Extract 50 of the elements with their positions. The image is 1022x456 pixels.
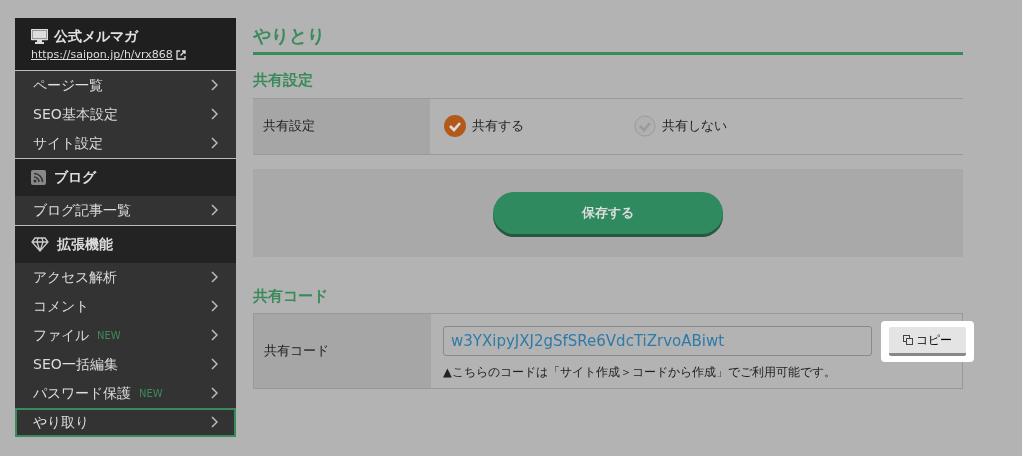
sidebar-item[interactable]: やり取り [15, 407, 236, 437]
new-label: NEW [139, 386, 163, 401]
chevron-right-icon [211, 79, 218, 91]
external-link-icon [176, 50, 187, 61]
field-label: 共有コード [254, 314, 431, 388]
sidebar-item-label: ブログ記事一覧 [33, 200, 131, 220]
sidebar-item-label: アクセス解析 [33, 267, 117, 287]
sidebar-item[interactable]: SEO基本設定 [15, 99, 236, 129]
sidebar-item[interactable]: アクセス解析 [15, 262, 236, 292]
sidebar-item[interactable]: パスワード保護 NEW [15, 378, 236, 408]
section-title: 拡張機能 [57, 234, 113, 254]
section-heading: 共有コード [253, 285, 329, 307]
rss-icon [31, 169, 46, 185]
section-heading: 共有設定 [253, 55, 963, 99]
chevron-right-icon [211, 416, 218, 428]
section-title: ブログ [54, 167, 96, 187]
radio-option[interactable]: 共有する [444, 115, 634, 137]
chevron-right-icon [211, 271, 218, 283]
chevron-right-icon [211, 329, 218, 341]
page-title: やりとり [253, 18, 963, 55]
chevron-right-icon [211, 204, 218, 216]
radio-option[interactable]: 共有しない [634, 115, 824, 137]
sidebar-item-label: パスワード保護 [33, 383, 131, 403]
field-label: 共有設定 [253, 98, 430, 154]
new-label: NEW [97, 328, 121, 343]
link[interactable]: https://saipon.jp/h/vrx868 [31, 47, 173, 64]
sidebar-item-label: コメント [33, 296, 89, 316]
sidebar-item-label: ファイル [33, 325, 89, 345]
note-text: ▲こちらのコードは「サイト作成＞コードから作成」でご利用可能です。 [443, 363, 837, 381]
sidebar-title: 公式メルマガ [54, 27, 138, 46]
monitor-icon [31, 29, 48, 44]
sidebar-item[interactable]: ファイル NEW [15, 320, 236, 350]
sidebar-item[interactable]: サイト設定 [15, 128, 236, 158]
chevron-right-icon [211, 137, 218, 149]
sidebar-item-label: ページ一覧 [33, 75, 103, 95]
diamond-icon [31, 236, 49, 252]
sidebar-item-label: サイト設定 [33, 133, 103, 153]
copy-icon [903, 334, 913, 345]
sidebar-item-label: SEO基本設定 [33, 104, 118, 124]
sidebar-item-label: SEO一括編集 [33, 354, 118, 374]
sidebar-item[interactable]: SEO一括編集 [15, 349, 236, 379]
sidebar-item-label: やり取り [33, 412, 89, 432]
chevron-right-icon [211, 358, 218, 370]
sidebar-item[interactable]: ブログ記事一覧 [15, 195, 236, 225]
chevron-right-icon [211, 300, 218, 312]
sidebar-item[interactable]: ページ一覧 [15, 70, 236, 100]
chevron-right-icon [211, 108, 218, 120]
sidebar-item[interactable]: コメント [15, 291, 236, 321]
copy-button[interactable]: コピー [889, 326, 966, 356]
chevron-right-icon [211, 387, 218, 399]
